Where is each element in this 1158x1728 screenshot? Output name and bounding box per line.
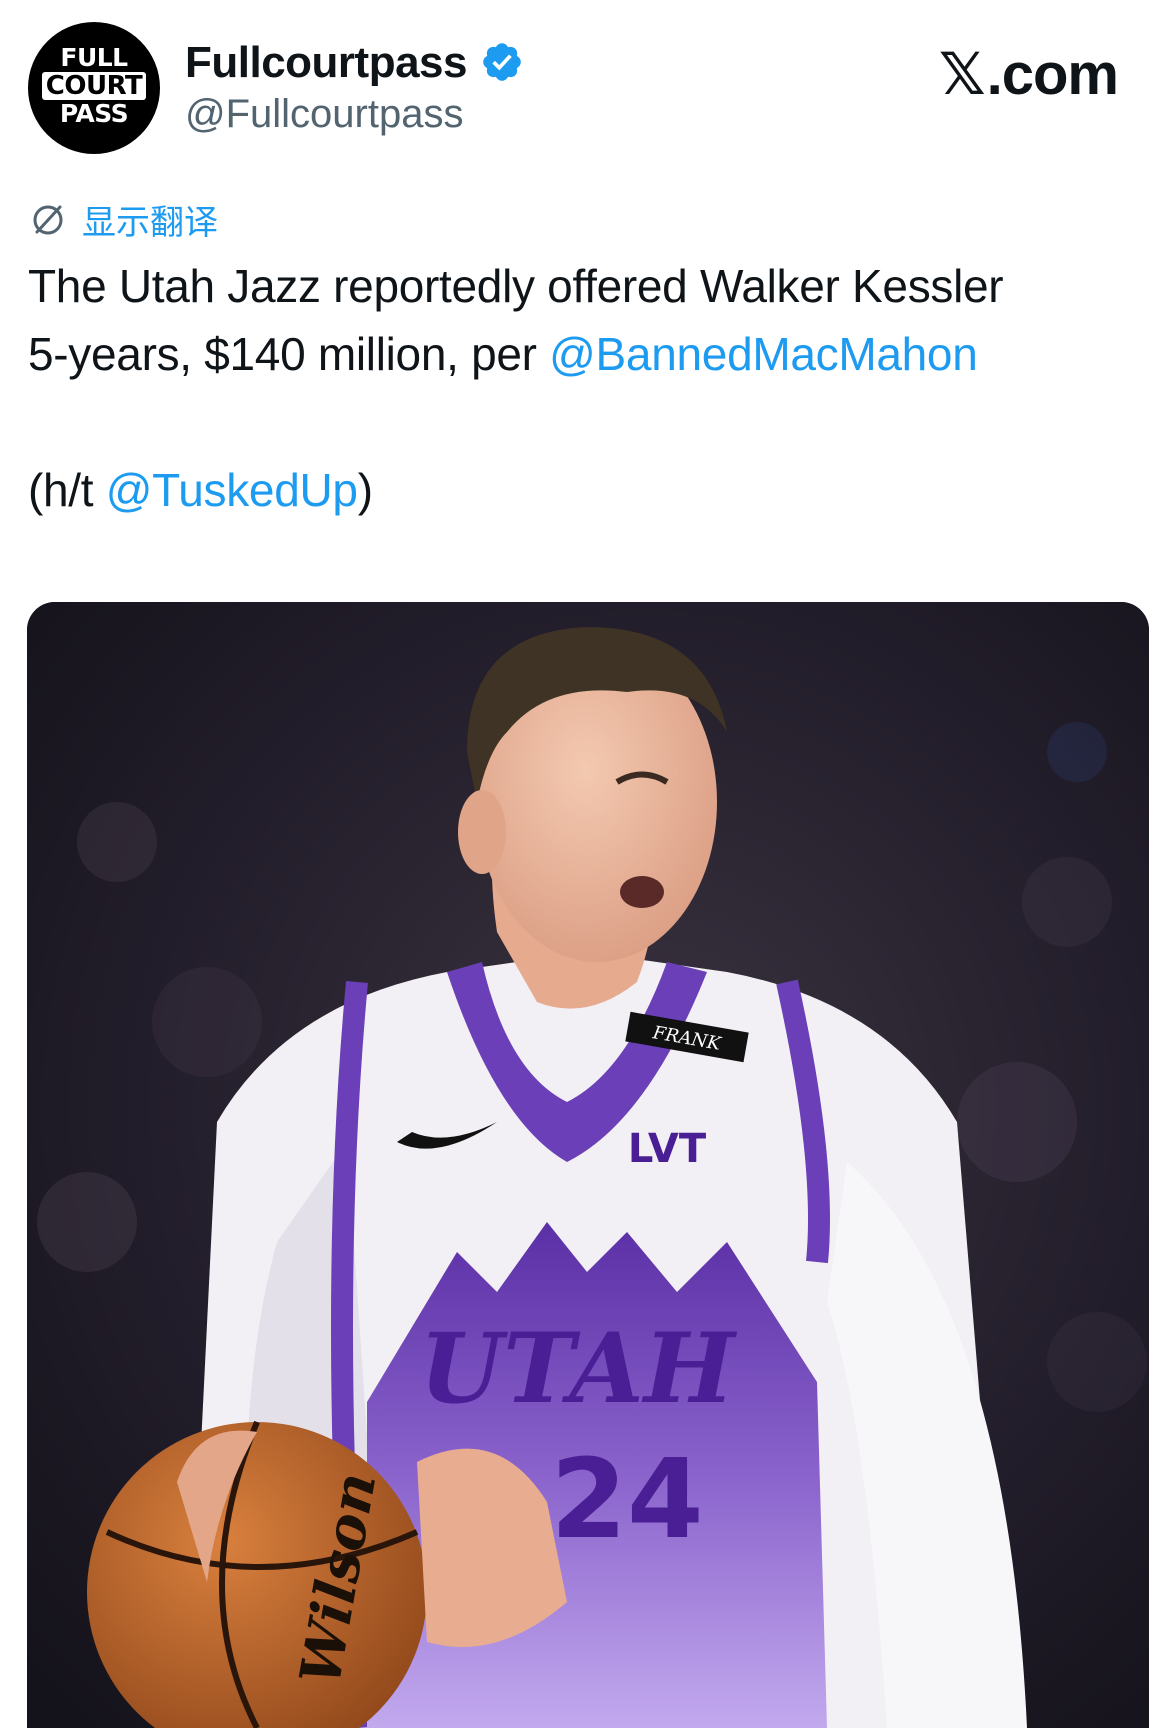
avatar[interactable]: FULL COURT PASS <box>28 22 160 154</box>
tweet-photo[interactable]: UTAH 24 LVT FRANK Wilson <box>27 602 1149 1728</box>
player-ear <box>458 790 506 874</box>
tweet-line-3: (h/t @TuskedUp) <box>28 456 1138 524</box>
handle[interactable]: @Fullcourtpass <box>185 92 463 137</box>
tweet-line-2-text: 5-years, $140 million, per <box>28 328 550 380</box>
show-translation-button[interactable]: 显示翻译 <box>28 195 218 243</box>
brand-suffix: .com <box>986 42 1119 107</box>
avatar-logo-line-2: COURT <box>42 72 146 100</box>
jersey-number: 24 <box>550 1435 703 1563</box>
display-name[interactable]: Fullcourtpass <box>185 38 468 88</box>
tweet-line-1: The Utah Jazz reportedly offered Walker … <box>28 260 1004 312</box>
mention-link-tuskedup[interactable]: @TuskedUp <box>106 464 358 516</box>
translate-globe-icon <box>33 205 63 235</box>
tweet-line-3-prefix: (h/t <box>28 464 106 516</box>
avatar-logo-line-3: PASS <box>59 99 129 128</box>
jersey-team-text: UTAH <box>419 1312 737 1425</box>
x-logo-icon: 𝕏 <box>938 40 986 108</box>
tweet-line-2: 5-years, $140 million, per @BannedMacMah… <box>28 320 1138 388</box>
tweet-line-3-suffix: ) <box>357 464 373 516</box>
player-mouth <box>620 876 664 908</box>
verified-badge-icon <box>483 43 521 81</box>
mention-link-bannedmacmahon[interactable]: @BannedMacMahon <box>549 328 978 380</box>
avatar-logo-line-1: FULL <box>60 43 128 72</box>
avatar-logo: FULL COURT PASS <box>28 44 160 128</box>
player-photo: UTAH 24 LVT FRANK Wilson <box>27 602 1149 1728</box>
show-translation-label: 显示翻译 <box>82 202 218 243</box>
brand-watermark: 𝕏.com <box>938 40 1119 108</box>
jersey-sponsor: LVT <box>628 1126 707 1172</box>
tweet-header: FULL COURT PASS Fullcourtpass @Fullcourt… <box>0 0 1158 170</box>
tweet-text: The Utah Jazz reportedly offered Walker … <box>28 252 1138 524</box>
